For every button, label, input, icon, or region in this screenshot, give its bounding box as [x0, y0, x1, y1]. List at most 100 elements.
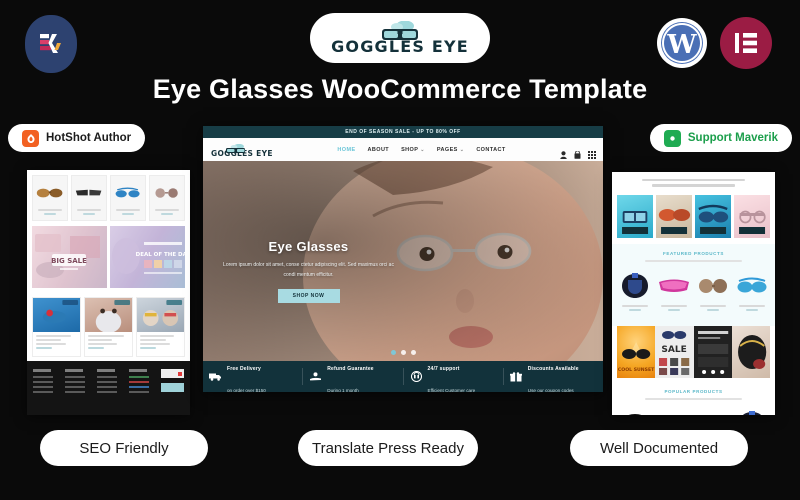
product-card[interactable] — [656, 406, 692, 415]
well-documented-badge: Well Documented — [570, 430, 748, 466]
category-card[interactable] — [617, 194, 653, 238]
featured-products-heading: FEATURED PRODUCTS — [663, 250, 724, 256]
svg-text:DEAL OF THE DAY: DEAL OF THE DAY — [136, 252, 185, 258]
announcement-bar: END OF SEASON SALE - UP TO 80% OFF — [203, 126, 603, 138]
product-card[interactable] — [149, 175, 185, 221]
offer-promo[interactable] — [693, 325, 732, 378]
black-mask-goggles-icon — [620, 271, 650, 301]
eyewear-photo-promo[interactable] — [731, 325, 770, 378]
deal-of-the-day-banner[interactable]: DEAL OF THE DAY — [110, 226, 185, 288]
shop-listing-preview[interactable]: BIG SALE DEAL OF THE DAY — [27, 170, 190, 415]
kodeforest-logo — [25, 15, 77, 73]
feature-refund-guarantee: Refund Guarantee During 1 month — [303, 365, 404, 392]
popular-product-row — [612, 406, 775, 415]
svg-text:W: W — [666, 30, 697, 60]
shop-now-button[interactable]: SHOP NOW — [277, 289, 340, 303]
big-sale-banner[interactable]: BIG SALE — [32, 226, 107, 288]
brand-pill: GOGGLES EYE — [310, 13, 490, 63]
flame-shield-icon — [22, 129, 39, 147]
svg-text:SALE: SALE — [662, 345, 687, 355]
support-maverik-label: Support Maverik — [687, 132, 778, 144]
product-card[interactable] — [617, 406, 653, 415]
translate-press-ready-label: Translate Press Ready — [311, 439, 464, 457]
product-card[interactable] — [71, 175, 107, 221]
feature-strip: Free Delivery on order over $150 Refund … — [203, 361, 603, 392]
user-icon[interactable] — [560, 146, 567, 159]
newsletter-form[interactable] — [161, 369, 184, 415]
category-card[interactable] — [656, 194, 692, 238]
site-logo[interactable]: GOGGLES EYE — [211, 141, 283, 158]
tortoise-sunglasses-icon — [36, 181, 63, 205]
product-card[interactable] — [617, 268, 653, 316]
category-card[interactable] — [695, 194, 731, 238]
hero-title: Eye Glasses — [268, 239, 349, 254]
slider-dot-3[interactable] — [410, 350, 416, 355]
swimmer-icon — [33, 298, 80, 332]
product-card[interactable] — [656, 268, 692, 316]
feature-subtitle: on order over $150 — [227, 387, 266, 393]
popular-subtitle — [644, 397, 743, 400]
yellow-goggles-icon — [697, 409, 729, 415]
nav-menu: HOME ABOUT SHOP ⌄ PAGES ⌄ CONTACT — [293, 147, 550, 153]
feature-title: Refund Guarantee — [327, 365, 374, 372]
slider-dot-1[interactable] — [390, 350, 396, 355]
feature-support: 24/7 support Efficient Customer care — [404, 366, 504, 392]
site-navbar: GOGGLES EYE HOME ABOUT SHOP ⌄ PAGES ⌄ CO… — [203, 138, 603, 161]
blue-swim-goggles-icon — [736, 271, 768, 301]
elementor-logo — [720, 17, 772, 69]
category-card[interactable] — [734, 194, 770, 238]
promo-banner-row: BIG SALE DEAL OF THE DAY — [27, 226, 190, 293]
round-gradient-glasses-icon — [153, 181, 180, 205]
hero-subtitle: Lorem ipsum dolor sit amet, conse ctetur… — [223, 262, 394, 278]
nav-item-shop[interactable]: SHOP ⌄ — [401, 147, 425, 153]
category-button[interactable] — [661, 226, 687, 234]
main-site-preview[interactable]: END OF SEASON SALE - UP TO 80% OFF GOGGL… — [203, 126, 603, 392]
product-card[interactable] — [734, 406, 770, 415]
product-card[interactable] — [734, 268, 770, 316]
pink-sport-sunglasses-icon — [658, 409, 690, 415]
dive-mask-icon — [619, 409, 651, 415]
category-button[interactable] — [700, 226, 726, 234]
product-card[interactable] — [695, 268, 731, 316]
blog-card[interactable] — [32, 297, 81, 357]
slider-dots — [203, 350, 603, 355]
bag-icon[interactable] — [574, 146, 581, 159]
product-card[interactable] — [110, 175, 146, 221]
footer-column — [65, 369, 91, 415]
sale-promo[interactable]: SALE — [655, 325, 694, 378]
product-card[interactable] — [32, 175, 68, 221]
nav-item-pages[interactable]: PAGES ⌄ — [437, 147, 464, 153]
category-row — [612, 194, 775, 244]
category-button[interactable] — [739, 226, 765, 234]
feature-title: Discounts Available — [527, 365, 579, 372]
slider-dot-2[interactable] — [400, 350, 406, 355]
blog-card[interactable] — [136, 297, 185, 357]
nav-icon-group — [560, 146, 596, 159]
translate-press-ready-badge: Translate Press Ready — [298, 430, 478, 466]
grid-icon[interactable] — [588, 146, 596, 159]
blog-card[interactable] — [84, 297, 133, 357]
homepage-sections-preview[interactable]: FEATURED PRODUCTS COOL SUNSET SALE POPUL… — [612, 172, 775, 415]
intro-text-block — [612, 172, 775, 195]
chevron-down-icon: ⌄ — [459, 146, 465, 153]
product-card[interactable] — [695, 406, 731, 415]
blog-post-row — [27, 293, 190, 361]
truck-icon — [209, 371, 222, 383]
nav-item-contact[interactable]: CONTACT — [476, 147, 505, 153]
svg-text:COOL SUNSET: COOL SUNSET — [618, 367, 655, 373]
category-button[interactable] — [622, 226, 648, 234]
wordpress-logo: W — [656, 17, 708, 69]
glasses-icon — [223, 141, 249, 154]
newsletter-email-input[interactable] — [161, 369, 184, 378]
hero-slider[interactable]: Eye Glasses Lorem ipsum dolor sit amet, … — [203, 161, 603, 361]
page-title: Eye Glasses WooCommerce Template — [152, 74, 648, 104]
cool-sunset-promo[interactable]: COOL SUNSET — [617, 325, 656, 378]
nav-item-home[interactable]: HOME — [337, 147, 355, 153]
woman-mask-icon — [85, 298, 132, 333]
featured-product-row — [612, 268, 775, 322]
seo-friendly-label: SEO Friendly — [79, 439, 169, 457]
hotshot-author-badge: HotShot Author — [8, 124, 146, 152]
newsletter-subscribe-button[interactable] — [161, 383, 184, 392]
footer-column — [97, 369, 123, 415]
nav-item-about[interactable]: ABOUT — [368, 147, 390, 153]
